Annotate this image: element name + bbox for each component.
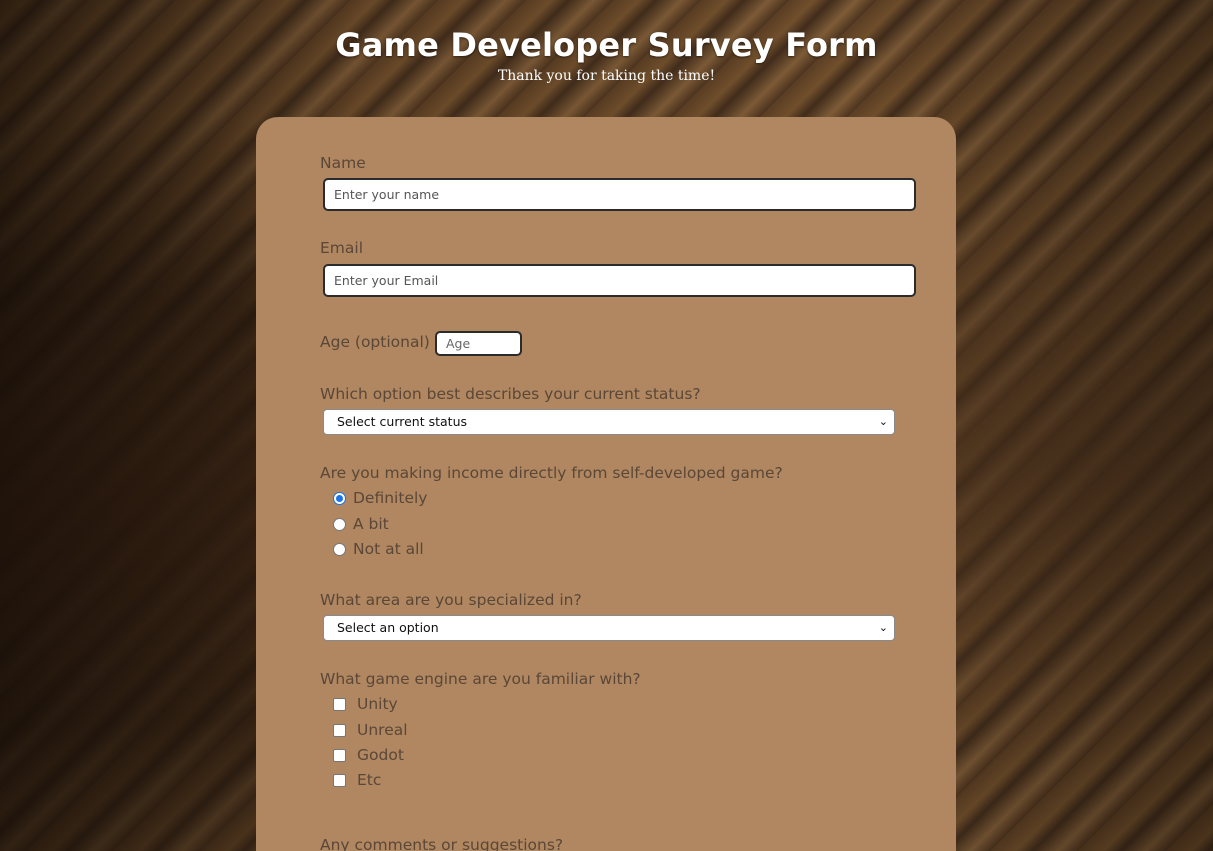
income-option-label: A bit (353, 515, 389, 533)
page-header: Game Developer Survey Form Thank you for… (0, 26, 1213, 84)
radio-button[interactable] (333, 542, 346, 556)
page-title: Game Developer Survey Form (335, 26, 878, 64)
income-label: Are you making income directly from self… (320, 464, 783, 482)
engine-option-label: Unity (357, 695, 398, 713)
engine-option-unreal[interactable]: Unreal (333, 720, 408, 740)
name-label: Name (320, 154, 366, 172)
checkbox[interactable] (333, 697, 346, 711)
income-option-label: Not at all (353, 540, 424, 558)
income-option-not-at-all[interactable]: Not at all (333, 539, 424, 559)
engine-option-etc[interactable]: Etc (333, 770, 381, 790)
email-label: Email (320, 239, 364, 257)
age-input[interactable]: Age (435, 331, 522, 356)
chevron-down-icon: ⌄ (878, 621, 888, 634)
income-option-definitely[interactable]: Definitely (333, 488, 427, 508)
engine-option-godot[interactable]: Godot (333, 745, 404, 765)
area-select[interactable]: Select an option ⌄ (323, 615, 895, 641)
engine-option-label: Etc (357, 771, 382, 789)
checkbox[interactable] (333, 748, 346, 762)
radio-button[interactable] (333, 517, 346, 531)
checkbox[interactable] (333, 773, 346, 787)
income-option-a-bit[interactable]: A bit (333, 514, 389, 534)
engine-label: What game engine are you familiar with? (320, 670, 641, 688)
status-select[interactable]: Select current status ⌄ (323, 409, 895, 435)
chevron-down-icon: ⌄ (878, 415, 888, 428)
income-option-label: Definitely (353, 489, 428, 507)
engine-option-unity[interactable]: Unity (333, 694, 398, 714)
status-select-value: Select current status (337, 414, 468, 429)
checkbox[interactable] (333, 723, 346, 737)
area-select-value: Select an option (337, 620, 439, 635)
name-input[interactable]: Enter your name (323, 178, 916, 211)
radio-button[interactable] (333, 491, 346, 505)
survey-form: Name Enter your name Email Enter your Em… (256, 117, 956, 851)
email-input[interactable]: Enter your Email (323, 264, 916, 297)
age-label: Age (optional) (320, 333, 430, 351)
status-label: Which option best describes your current… (320, 385, 701, 403)
area-label: What area are you specialized in? (320, 591, 582, 609)
engine-option-label: Unreal (357, 721, 408, 739)
page-subtitle: Thank you for taking the time! (497, 68, 716, 84)
comments-label: Any comments or suggestions? (320, 836, 564, 851)
engine-option-label: Godot (357, 746, 404, 764)
